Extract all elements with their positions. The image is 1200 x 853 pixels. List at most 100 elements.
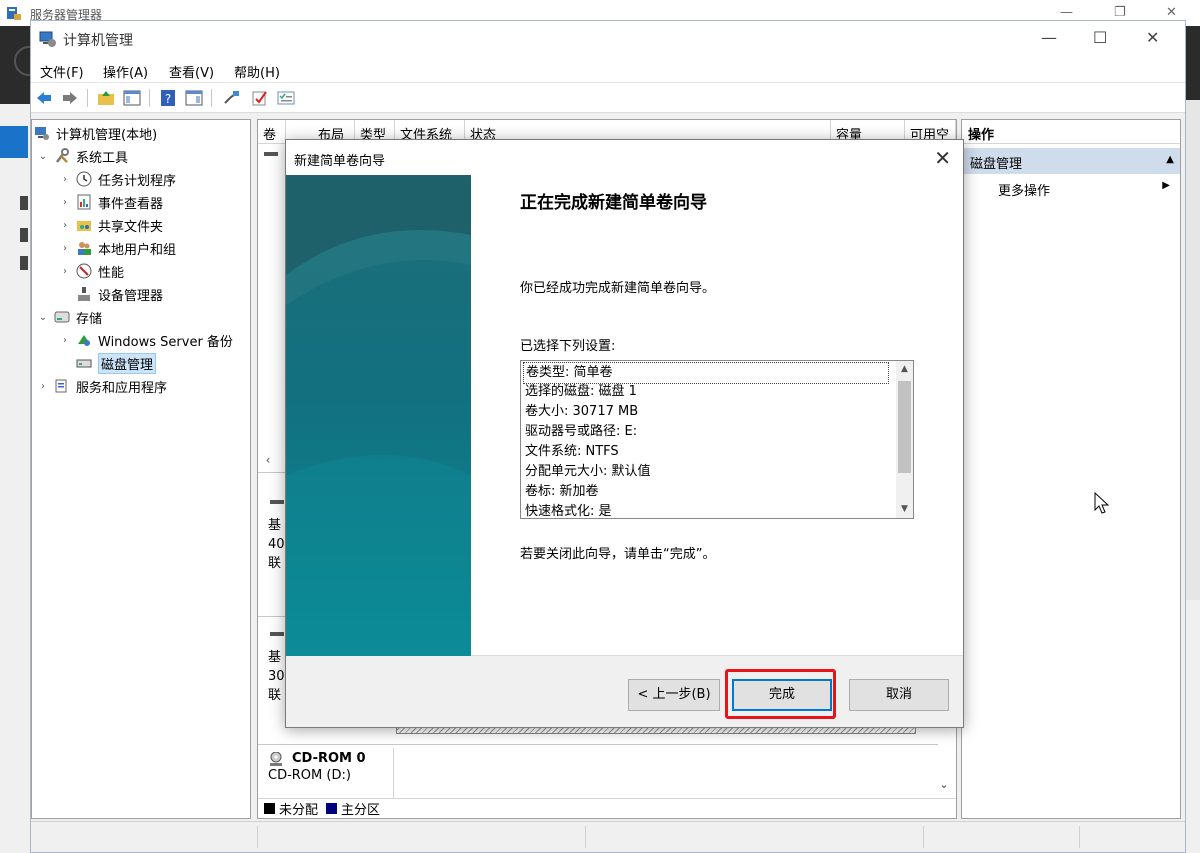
more-actions-item[interactable]: 更多操作	[998, 180, 1050, 199]
settings-listbox[interactable]: 卷类型: 简单卷 选择的磁盘: 磁盘 1 卷大小: 30717 MB 驱动器号或…	[520, 360, 914, 519]
wizard-success-text: 你已经成功完成新建简单卷向导。	[520, 281, 716, 296]
bg-restore-icon[interactable]: ❐	[1114, 5, 1126, 20]
unallocated-swatch	[264, 803, 275, 814]
tree-item-task-scheduler[interactable]: › 任务计划程序	[58, 168, 176, 190]
tree-item-disk-management[interactable]: 磁盘管理	[76, 352, 157, 374]
computer-management-icon	[35, 127, 49, 140]
tree-item-device-manager[interactable]: 设备管理器	[76, 283, 163, 305]
wizard-banner-image	[286, 175, 471, 656]
scroll-down-icon[interactable]: ⌄	[936, 778, 952, 792]
properties-icon[interactable]	[277, 89, 295, 107]
tree-item-shared-folders[interactable]: › 共享文件夹	[58, 214, 163, 236]
collapse-up-icon[interactable]: ▲	[1166, 154, 1174, 165]
chevron-down-icon[interactable]: ⌄	[36, 312, 50, 323]
close-icon[interactable]: ✕	[934, 146, 951, 170]
wizard-body: 正在完成新建简单卷向导 你已经成功完成新建简单卷向导。 已选择下列设置: 卷类型…	[286, 175, 963, 656]
disk-management-icon	[76, 359, 92, 368]
up-folder-icon[interactable]	[97, 89, 115, 107]
setting-line: 卷标: 新加卷	[525, 484, 599, 499]
scroll-left-icon[interactable]: ‹	[258, 450, 278, 470]
wizard-heading: 正在完成新建简单卷向导	[520, 193, 707, 213]
disk-1-prefix: 基	[268, 650, 282, 665]
bg-right-strip	[1186, 26, 1200, 100]
device-manager-icon	[78, 287, 90, 301]
show-action-pane-icon[interactable]	[185, 89, 203, 107]
tree-item-root[interactable]: 计算机管理(本地)	[34, 122, 157, 144]
tools-icon	[56, 148, 69, 163]
connect-icon[interactable]	[223, 89, 241, 107]
navigation-tree: 计算机管理(本地) ⌄ 系统工具 › 任务计划程序 › 事件查看器 › 共享文件…	[31, 119, 251, 819]
status-bar	[31, 821, 1185, 852]
disk-0-info: 基 40 联	[258, 516, 286, 573]
bg-dashboard-tile[interactable]	[0, 126, 28, 158]
menu-bar: 文件(F) 操作(A) 查看(V) 帮助(H)	[31, 57, 1185, 83]
tree-item-event-viewer[interactable]: › 事件查看器	[58, 191, 163, 213]
chevron-right-icon[interactable]: ›	[58, 243, 72, 254]
tree-item-system-tools[interactable]: ⌄ 系统工具	[36, 145, 128, 167]
tree-item-local-users[interactable]: › 本地用户和组	[58, 237, 176, 259]
menu-help[interactable]: 帮助(H)	[234, 62, 280, 81]
clock-icon	[76, 171, 92, 187]
tree-item-storage[interactable]: ⌄ 存储	[36, 306, 102, 328]
cdrom-block[interactable]: CD-ROM 0 CD-ROM (D:)	[258, 748, 394, 798]
column-header-volume[interactable]: 卷	[258, 120, 286, 144]
tree-item-performance[interactable]: › 性能	[58, 260, 124, 282]
maximize-icon[interactable]: ☐	[1093, 28, 1107, 47]
forward-arrow-icon[interactable]	[61, 89, 79, 107]
bg-close-icon[interactable]: ✕	[1166, 5, 1177, 20]
bg-sidebar-icon[interactable]	[20, 228, 28, 242]
setting-line: 文件系统: NTFS	[525, 444, 619, 459]
chevron-right-icon[interactable]: ›	[58, 197, 72, 208]
setting-line: 卷类型: 简单卷	[523, 362, 889, 384]
minimize-icon[interactable]: —	[1041, 28, 1057, 47]
scroll-down-icon[interactable]: ▼	[896, 501, 913, 518]
cancel-button[interactable]: 取消	[849, 679, 949, 711]
chevron-right-icon[interactable]: ›	[58, 220, 72, 231]
disk-1-size: 30	[268, 669, 285, 684]
tree-item-windows-backup[interactable]: › Windows Server 备份	[58, 329, 233, 351]
chevron-down-icon[interactable]: ⌄	[36, 151, 50, 162]
tree-item-services-apps[interactable]: › 服务和应用程序	[36, 375, 167, 397]
disk-0-prefix: 基	[268, 518, 282, 533]
toolbar-separator	[87, 89, 88, 107]
chevron-right-icon[interactable]: ›	[58, 174, 72, 185]
menu-action[interactable]: 操作(A)	[103, 62, 148, 81]
disk-icon	[270, 632, 284, 636]
help-icon[interactable]: ?	[159, 89, 177, 107]
wizard-banner-graphic	[286, 175, 471, 656]
wizard-selected-label: 已选择下列设置:	[520, 339, 616, 354]
scroll-thumb[interactable]	[898, 381, 911, 473]
setting-line: 快速格式化: 是	[525, 504, 612, 519]
tree-label: 系统工具	[76, 150, 129, 166]
cdrom-name: CD-ROM 0	[292, 751, 366, 766]
status-separator	[1079, 826, 1080, 848]
bg-scrollbar[interactable]	[1186, 100, 1200, 600]
menu-view[interactable]: 查看(V)	[169, 62, 214, 81]
chevron-right-icon[interactable]: ›	[58, 266, 72, 277]
tree-label: 磁盘管理	[98, 352, 157, 374]
legend: 未分配 主分区	[258, 798, 956, 818]
server-manager-icon	[7, 7, 21, 20]
tree-label: Windows Server 备份	[98, 334, 233, 350]
submenu-arrow-icon[interactable]: ▶	[1162, 180, 1170, 191]
settings-scrollbar[interactable]: ▲ ▼	[896, 361, 913, 518]
event-viewer-icon	[77, 194, 91, 210]
back-button[interactable]: < 上一步(B)	[628, 679, 720, 711]
back-arrow-icon[interactable]	[35, 89, 53, 107]
bg-minimize-icon[interactable]: —	[1060, 5, 1073, 20]
disk-1-status: 联	[268, 688, 282, 703]
disk-0-size: 40	[268, 537, 285, 552]
volume-drive-icon	[264, 152, 278, 156]
chevron-right-icon[interactable]: ›	[36, 381, 50, 392]
scroll-up-icon[interactable]: ▲	[896, 361, 913, 378]
toolbar-separator	[211, 89, 212, 107]
bg-sidebar-icon[interactable]	[20, 256, 28, 270]
chevron-right-icon[interactable]: ›	[58, 335, 72, 346]
bg-sidebar-icon[interactable]	[20, 196, 28, 210]
actions-section-disk-management[interactable]: 磁盘管理 ▲	[962, 148, 1180, 174]
check-list-icon[interactable]	[251, 89, 269, 107]
close-icon[interactable]: ✕	[1146, 28, 1159, 47]
cdrom-drive: CD-ROM (D:)	[268, 768, 351, 783]
show-hide-tree-icon[interactable]	[123, 89, 141, 107]
menu-file[interactable]: 文件(F)	[40, 62, 84, 81]
